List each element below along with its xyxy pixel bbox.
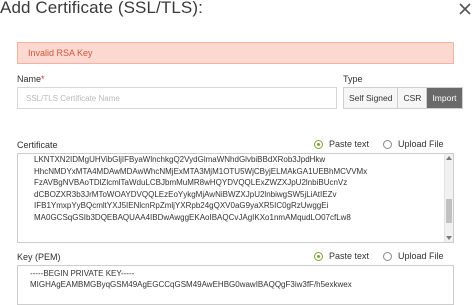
- type-selector: Self Signed CSR Import: [343, 87, 463, 109]
- radio-label: Upload File: [398, 251, 444, 261]
- radio-label: Paste text: [329, 251, 370, 261]
- close-icon[interactable]: [458, 2, 472, 16]
- error-alert: Invalid RSA Key: [17, 42, 454, 64]
- dialog-title: Add Certificate (SSL/TLS):: [0, 0, 203, 17]
- certificate-line: FzAVBgNVBAoTDlZlcmlTaWduLCBJbmMuMR8wHQYD…: [34, 178, 348, 188]
- radio-label: Paste text: [329, 139, 370, 149]
- certificate-textarea[interactable]: LKNTXN2IDMgUHVibGljIFByaWlnchkgQ2VydGlma…: [17, 153, 454, 243]
- key-line: MIGHAgEAMBMGByqGSM49AgEGCCqGSM49AwEHBG0w…: [30, 280, 352, 289]
- certificate-line: MA0GCSqGSIb3DQEBAQUAA4IBDwAwggEKAoIBAQCv…: [34, 212, 351, 222]
- type-csr-button[interactable]: CSR: [398, 88, 428, 108]
- certificate-name-input[interactable]: [17, 87, 337, 109]
- key-text: -----BEGIN PRIVATE KEY----- MIGHAgEAMBMG…: [30, 268, 453, 290]
- key-line: -----BEGIN PRIVATE KEY-----: [30, 269, 135, 278]
- certificate-label: Certificate: [17, 140, 58, 150]
- certificate-upload-file-radio[interactable]: Upload File: [383, 139, 444, 149]
- scroll-down-icon[interactable]: [446, 236, 452, 240]
- name-label: Name*: [17, 74, 45, 84]
- radio-label: Upload File: [398, 139, 444, 149]
- certificate-scrollbar[interactable]: [444, 154, 453, 242]
- type-label: Type: [343, 74, 363, 84]
- certificate-paste-text-radio[interactable]: Paste text: [314, 139, 369, 149]
- key-label: Key (PEM): [17, 252, 61, 262]
- radio-selected-icon: [314, 139, 323, 149]
- key-paste-text-radio[interactable]: Paste text: [314, 251, 369, 261]
- type-import-button[interactable]: Import: [427, 88, 462, 108]
- scrollbar-thumb[interactable]: [446, 199, 452, 223]
- type-self-signed-button[interactable]: Self Signed: [344, 88, 399, 108]
- error-message: Invalid RSA Key: [28, 48, 93, 58]
- certificate-text: LKNTXN2IDMgUHVibGljIFByaWlnchkgQ2VydGlma…: [34, 154, 453, 224]
- certificate-line: LKNTXN2IDMgUHVibGljIFByaWlnchkgQ2VydGlma…: [34, 155, 326, 164]
- required-marker: *: [41, 74, 45, 84]
- certificate-line: HhcNMDYxMTA4MDAwMDAwWhcNMjExMTA3MjM1OTU5…: [34, 166, 368, 176]
- radio-unselected-icon: [383, 251, 392, 261]
- certificate-line: dCBOZXR3b3JrMToWOAYDVQQLEzEoYykgMjAwNiBW…: [34, 189, 337, 199]
- key-textarea[interactable]: -----BEGIN PRIVATE KEY----- MIGHAgEAMBMG…: [17, 265, 454, 305]
- radio-selected-icon: [314, 251, 323, 261]
- radio-unselected-icon: [383, 139, 392, 149]
- certificate-line: IFB1YmxpYyBQcmltYXJ5IENlcnRpZmljYXRpb24g…: [34, 201, 329, 211]
- scroll-up-icon[interactable]: [446, 156, 452, 160]
- key-upload-file-radio[interactable]: Upload File: [383, 251, 444, 261]
